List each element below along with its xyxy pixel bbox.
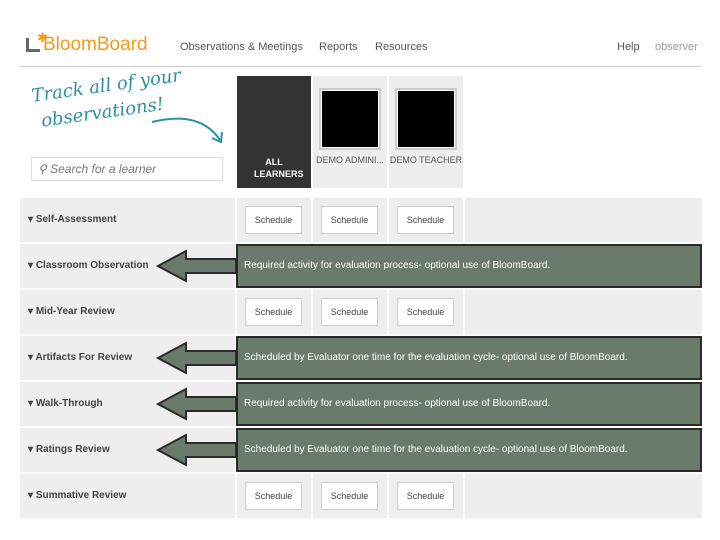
logo-icon: ✱ — [26, 30, 48, 52]
nav-help[interactable]: Help — [617, 41, 640, 53]
schedule-button[interactable]: Schedule — [397, 298, 454, 326]
learner-card-all[interactable]: ALL LEARNERS — [237, 76, 311, 188]
search-learner-input[interactable]: ⚲ Search for a learner — [31, 157, 223, 181]
caret-down-icon: ▾ — [28, 398, 36, 409]
caret-down-icon: ▾ — [28, 306, 36, 317]
nav-resources[interactable]: Resources — [375, 41, 428, 53]
left-arrow-icon — [156, 387, 237, 421]
activity-cell — [465, 290, 702, 334]
schedule-button[interactable]: Schedule — [321, 482, 378, 510]
learner-card[interactable]: DEMO TEACHER — [389, 76, 463, 188]
activity-toggle[interactable]: ▾ Artifacts For Review — [28, 336, 132, 380]
activity-cell — [465, 474, 702, 518]
activity-label-cell: ▾ Summative Review — [20, 474, 235, 518]
activity-toggle[interactable]: ▾ Walk-Through — [28, 382, 103, 426]
header-divider — [20, 66, 702, 67]
callout-note: Scheduled by Evaluator one time for the … — [236, 428, 702, 472]
activity-toggle[interactable]: ▾ Summative Review — [28, 474, 126, 518]
schedule-button[interactable]: Schedule — [245, 206, 302, 234]
schedule-button[interactable]: Schedule — [245, 482, 302, 510]
learner-photo — [395, 88, 457, 150]
activity-toggle[interactable]: ▾ Self-Assessment — [28, 198, 116, 242]
schedule-button[interactable]: Schedule — [397, 206, 454, 234]
learner-card[interactable]: DEMO ADMINI... — [313, 76, 387, 188]
activity-row: ▾ Classroom Observation Required activity… — [20, 244, 702, 288]
caret-down-icon: ▾ — [28, 444, 36, 455]
schedule-button[interactable]: Schedule — [245, 298, 302, 326]
schedule-button[interactable]: Schedule — [321, 206, 378, 234]
nav-reports[interactable]: Reports — [319, 41, 358, 53]
callout-note: Required activity for evaluation process… — [236, 244, 702, 288]
nav-observations-meetings[interactable]: Observations & Meetings — [180, 41, 303, 53]
user-menu[interactable]: observer — [655, 41, 698, 53]
search-icon: ⚲ — [38, 162, 51, 176]
caret-down-icon: ▾ — [28, 214, 36, 225]
activity-toggle[interactable]: ▾ Ratings Review — [28, 428, 110, 472]
callout-note: Scheduled by Evaluator one time for the … — [236, 336, 702, 380]
caret-down-icon: ▾ — [28, 490, 36, 501]
learner-photo — [319, 88, 381, 150]
schedule-button[interactable]: Schedule — [397, 482, 454, 510]
left-arrow-icon — [156, 249, 237, 283]
activity-row: ▾ Artifacts For Review Scheduled by Evalu… — [20, 336, 702, 380]
activity-row: ▾ Self-Assessment Schedule Schedule Schedul… — [20, 198, 702, 242]
schedule-button[interactable]: Schedule — [321, 298, 378, 326]
activity-row: ▾ Mid-Year Review Schedule Schedule Schedul… — [20, 290, 702, 334]
activity-cell — [465, 198, 702, 242]
activity-row: ▾ Summative Review Schedule Schedule Schedu… — [20, 474, 702, 518]
caret-down-icon: ▾ — [28, 260, 36, 271]
left-arrow-icon — [156, 433, 237, 467]
activity-label-cell: ▾ Self-Assessment — [20, 198, 235, 242]
activity-label-cell: ▾ Mid-Year Review — [20, 290, 235, 334]
activity-row: ▾ Ratings Review Scheduled by Evaluator o… — [20, 428, 702, 472]
activity-row: ▾ Walk-Through Required activity for eval… — [20, 382, 702, 426]
left-arrow-icon — [156, 341, 237, 375]
callout-note: Required activity for evaluation process… — [236, 382, 702, 426]
activity-toggle[interactable]: ▾ Mid-Year Review — [28, 290, 115, 334]
activity-toggle[interactable]: ▾ Classroom Observation — [28, 244, 149, 288]
bloomboard-logo[interactable]: ✱ BloomBoard — [26, 30, 148, 56]
curved-arrow-icon — [151, 117, 223, 144]
